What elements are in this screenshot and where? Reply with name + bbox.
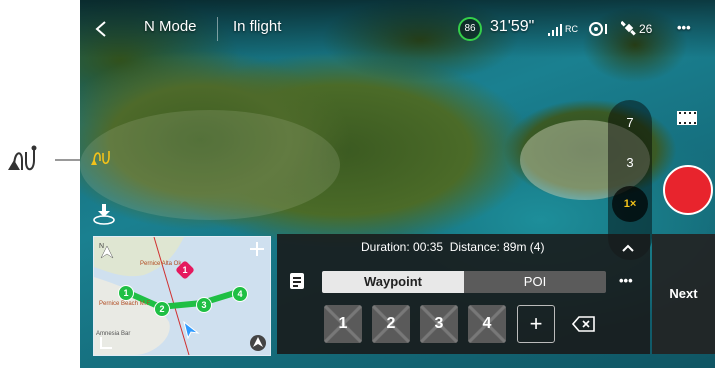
waypoint-button-2[interactable]: 2: [372, 305, 410, 343]
tab-poi[interactable]: POI: [464, 271, 606, 293]
divider: [217, 17, 218, 41]
panel-more-button[interactable]: •••: [619, 273, 633, 288]
waypoint-button-4[interactable]: 4: [468, 305, 506, 343]
locate-icon[interactable]: [249, 334, 267, 352]
record-button[interactable]: [663, 165, 713, 215]
map-label: Pernice Alta Ok: [140, 261, 182, 267]
satellite-count: 26: [639, 22, 653, 36]
chevron-up-icon[interactable]: [621, 243, 635, 253]
zoom-level-selected[interactable]: 1×: [612, 186, 648, 222]
collapse-map-icon[interactable]: [98, 335, 114, 351]
left-annotation-area: [0, 0, 80, 368]
camera-view[interactable]: N Mode In flight 86 31'59" RC 26 ••• 7 3…: [80, 0, 715, 368]
flight-mode[interactable]: N Mode: [144, 18, 197, 35]
rc-label: RC: [565, 24, 578, 34]
more-menu-button[interactable]: •••: [677, 20, 691, 35]
route-summary: Duration: 00:35 Distance: 89m (4): [361, 240, 544, 254]
north-indicator-icon[interactable]: N: [97, 240, 117, 260]
signal-bars-icon: [548, 24, 562, 36]
map-waypoint[interactable]: 1: [118, 285, 134, 301]
video-mode-icon[interactable]: [677, 111, 697, 125]
add-waypoint-button[interactable]: +: [517, 305, 555, 343]
zoom-level-7[interactable]: 7: [608, 115, 652, 130]
waypoint-route-icon-callout: [8, 145, 80, 171]
peninsula-shore: [80, 110, 340, 220]
waypoint-route-icon[interactable]: [91, 147, 113, 167]
drone-icon: [589, 22, 607, 36]
waypoint-button-3[interactable]: 3: [420, 305, 458, 343]
flight-status: In flight: [233, 18, 282, 35]
aircraft-position-icon: [183, 321, 200, 339]
takeoff-land-icon[interactable]: [92, 203, 116, 225]
map-waypoint[interactable]: 3: [196, 297, 212, 313]
zoom-level-3[interactable]: 3: [608, 155, 652, 170]
expand-map-icon[interactable]: [248, 240, 266, 258]
map-waypoint[interactable]: 2: [154, 301, 170, 317]
duration-value: 00:35: [413, 240, 444, 254]
mini-map[interactable]: Pernice Alta Ok Pernice Beach M.F Amnesi…: [93, 236, 271, 356]
waypoint-button-1[interactable]: 1: [324, 305, 362, 343]
duration-label: Duration:: [361, 240, 410, 254]
distance-value: 89m (4): [503, 240, 545, 254]
flight-time: 31'59": [490, 18, 535, 35]
satellite-icon: [621, 20, 636, 36]
svg-text:N: N: [99, 243, 104, 250]
waypoint-list-icon[interactable]: [289, 272, 305, 290]
next-button[interactable]: Next: [652, 234, 715, 354]
tab-waypoint[interactable]: Waypoint: [322, 271, 464, 293]
backspace-icon[interactable]: [572, 316, 596, 332]
battery-indicator[interactable]: 86: [458, 17, 482, 41]
map-label: Pernice Beach M.F: [99, 301, 151, 307]
poi-marker-label: 1: [182, 265, 188, 275]
map-waypoint[interactable]: 4: [232, 286, 248, 302]
chevron-left-icon[interactable]: [94, 20, 108, 38]
distance-label: Distance:: [449, 240, 500, 254]
